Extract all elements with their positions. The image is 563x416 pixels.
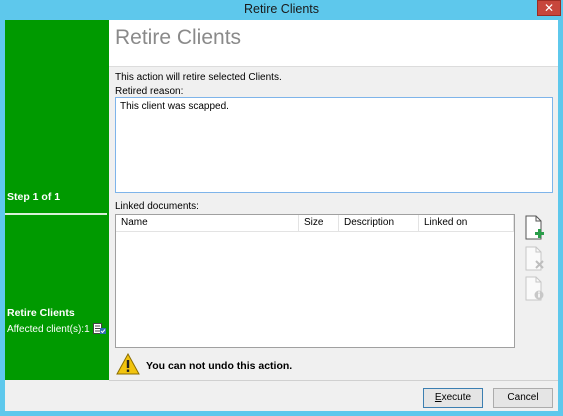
- wizard-sidebar: Step 1 of 1 Retire Clients Affected clie…: [5, 20, 109, 380]
- cancel-button[interactable]: Cancel: [493, 388, 553, 408]
- column-header-linked-on[interactable]: Linked on: [419, 215, 514, 232]
- undo-warning-text: You can not undo this action.: [146, 360, 293, 372]
- client-list-icon[interactable]: [93, 323, 106, 334]
- close-button[interactable]: ✕: [537, 0, 561, 16]
- window-title: Retire Clients: [243, 2, 320, 16]
- page-title: Retire Clients: [115, 26, 242, 49]
- step-divider: [5, 213, 107, 215]
- column-header-size[interactable]: Size: [299, 215, 339, 232]
- execute-accelerator: E: [434, 392, 442, 403]
- add-document-icon[interactable]: [524, 215, 544, 241]
- column-header-name[interactable]: Name: [116, 215, 299, 232]
- column-header-description[interactable]: Description: [339, 215, 419, 232]
- dialog-footer: Execute Cancel: [109, 380, 558, 411]
- wizard-content: Retire Clients This action will retire s…: [109, 20, 558, 380]
- warning-icon: [116, 353, 140, 375]
- sidebar-section-title: Retire Clients: [7, 307, 75, 319]
- action-description: This action will retire selected Clients…: [115, 72, 282, 83]
- execute-button[interactable]: Execute: [423, 388, 483, 408]
- step-indicator: Step 1 of 1: [7, 191, 61, 203]
- window-border-bottom: [0, 411, 563, 416]
- affected-clients-count: Affected client(s):1: [7, 324, 90, 335]
- title-bar: Retire Clients ✕: [0, 0, 563, 20]
- sidebar-footer-area: [5, 380, 109, 411]
- window-border-right: [558, 20, 563, 416]
- document-info-icon[interactable]: [524, 276, 544, 302]
- reason-label: Retired reason:: [115, 86, 184, 97]
- linked-documents-table[interactable]: Name Size Description Linked on: [115, 214, 515, 348]
- linked-documents-label: Linked documents:: [115, 201, 199, 212]
- remove-document-icon[interactable]: [524, 246, 544, 272]
- reason-textarea[interactable]: This client was scapped.: [115, 97, 553, 193]
- page-header: Retire Clients: [109, 20, 558, 67]
- execute-label-rest: xecute: [441, 392, 472, 403]
